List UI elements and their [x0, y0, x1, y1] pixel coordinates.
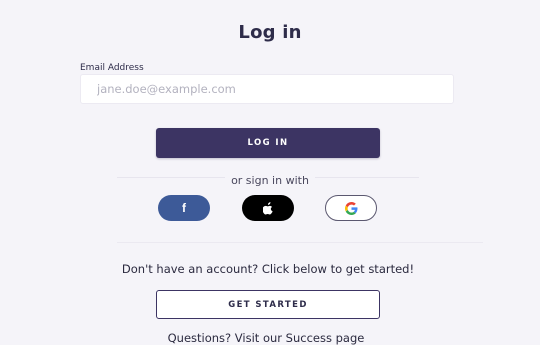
log-in-button[interactable]: LOG IN	[156, 128, 380, 158]
social-divider: or sign in with	[0, 169, 540, 188]
facebook-icon: f	[182, 201, 186, 215]
page-title: Log in	[238, 22, 302, 43]
apple-login-button[interactable]	[242, 195, 294, 221]
google-login-button[interactable]	[325, 195, 377, 221]
email-field[interactable]	[80, 74, 454, 104]
section-divider	[117, 242, 483, 243]
help-link[interactable]: Questions? Visit our Success page	[0, 331, 532, 345]
email-label: Email Address	[80, 63, 144, 73]
apple-icon	[262, 201, 273, 215]
social-divider-text: or sign in with	[225, 174, 315, 187]
get-started-button[interactable]: GET STARTED	[156, 290, 380, 319]
signup-prompt: Don't have an account? Click below to ge…	[121, 262, 415, 276]
google-icon	[344, 201, 357, 215]
facebook-login-button[interactable]: f	[158, 195, 210, 221]
